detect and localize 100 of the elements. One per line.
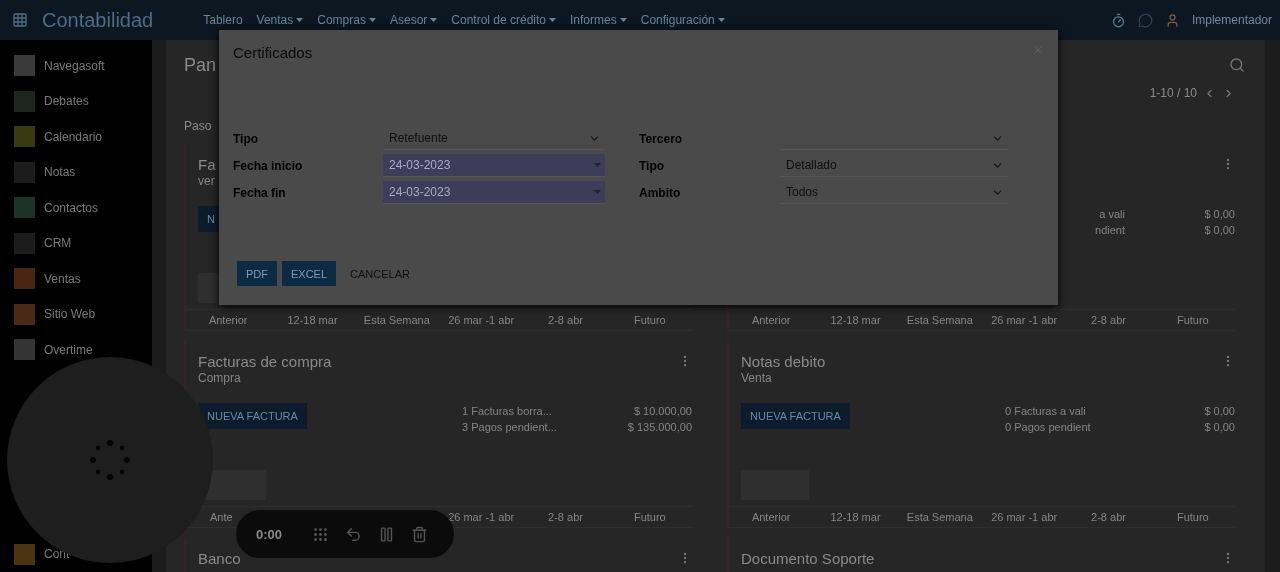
caret-icon — [549, 18, 557, 22]
select-field[interactable]: 24-03-2023 — [383, 154, 605, 177]
period-label: Esta Semana — [906, 314, 973, 326]
period-label: 2-8 abr — [548, 511, 583, 523]
caret-icon — [430, 18, 438, 22]
card-subtitle: Venta — [741, 371, 772, 387]
card-subtitle: Compra — [198, 371, 241, 387]
field-label: Ambito — [639, 185, 681, 200]
app-icon[interactable] — [14, 543, 35, 565]
period-label: 2-8 abr — [548, 314, 583, 326]
period-label: 12-18 mar — [830, 314, 881, 326]
stat-label[interactable]: 1 Facturas borra... — [462, 405, 552, 417]
menu-item[interactable]: Ventas — [256, 13, 304, 27]
grip-icon[interactable] — [312, 525, 330, 543]
period-label: Futuro — [633, 314, 666, 326]
apps-menu-icon[interactable] — [12, 12, 28, 28]
sidebar-item[interactable]: Calendario — [44, 129, 103, 144]
sidebar-item[interactable]: Notas — [44, 165, 76, 180]
scrollbar[interactable] — [1265, 40, 1280, 572]
period-label: Futuro — [1176, 314, 1209, 326]
stat-label[interactable]: 0 Facturas a vali — [1005, 405, 1086, 417]
page-title: Pan — [184, 54, 217, 76]
stat-label[interactable]: a vali — [1099, 208, 1125, 220]
search-icon[interactable] — [1229, 57, 1245, 73]
app-icon[interactable] — [14, 126, 35, 148]
new-invoice-button[interactable]: NUEVA FACTURA — [741, 403, 850, 429]
stat-amount: $ 0,00 — [1204, 208, 1235, 220]
sidebar-item[interactable]: Contactos — [44, 200, 99, 215]
loading-spinner-icon — [90, 440, 130, 480]
card-title: Documento Soporte — [741, 549, 875, 567]
app-title: Contabilidad — [42, 8, 154, 32]
period-label: 26 mar -1 abr — [448, 511, 515, 523]
card-subtitle: ver — [198, 174, 215, 190]
period-label: Anterior — [751, 314, 791, 326]
period-label: Futuro — [1176, 511, 1209, 523]
export-button[interactable]: EXCEL — [282, 261, 337, 286]
period-label: Anterior — [208, 314, 248, 326]
stat-label[interactable]: 0 Pagos pendient — [1005, 421, 1091, 433]
menu-item[interactable]: Tablero — [203, 13, 243, 27]
sidebar-item[interactable]: Navegasoft — [44, 58, 105, 73]
dialog-title: Certificados — [233, 44, 313, 61]
menu-item[interactable]: Control de crédito — [451, 13, 557, 27]
app-icon[interactable] — [14, 55, 35, 77]
field-label: Fecha inicio — [233, 158, 303, 173]
period-label: 12-18 mar — [287, 314, 338, 326]
caret-icon — [296, 18, 304, 22]
stat-amount: $ 0,00 — [1204, 405, 1235, 417]
menu-item[interactable]: Compras — [317, 13, 376, 27]
caret-icon — [594, 163, 601, 167]
export-button[interactable]: PDF — [237, 261, 277, 286]
period-label: 12-18 mar — [830, 511, 881, 523]
caret-icon — [619, 18, 627, 22]
period-label: Anterior — [751, 511, 791, 523]
card-title: Facturas de compra — [198, 352, 332, 370]
caret-icon — [368, 18, 376, 22]
stat-amount: $ 0,00 — [1204, 224, 1235, 236]
field-label: Tercero — [639, 131, 683, 146]
field-label: Tipo — [233, 131, 259, 146]
recording-time: 0:00 — [256, 526, 283, 542]
filter-text: Paso — [184, 118, 212, 135]
new-invoice-button[interactable]: NUEVA FACTURA — [198, 403, 307, 429]
caret-icon — [594, 190, 601, 194]
sidebar-item[interactable]: Overtime — [44, 342, 93, 357]
field-label: Fecha fin — [233, 185, 286, 200]
chat-icon[interactable] — [1137, 12, 1153, 28]
caret-icon — [717, 18, 725, 22]
delete-icon[interactable] — [411, 525, 429, 543]
field-label: Tipo — [639, 158, 665, 173]
user-name[interactable]: Implementador — [1191, 13, 1272, 27]
period-label: Ante — [209, 511, 233, 523]
period-label: Futuro — [633, 511, 666, 523]
period-label: 26 mar -1 abr — [991, 314, 1058, 326]
app-icon[interactable] — [14, 339, 35, 361]
pager-text: 1-10 / 10 — [1149, 86, 1197, 100]
menu-item[interactable]: Configuración — [640, 13, 725, 27]
menu-item[interactable]: Asesor — [389, 13, 438, 27]
sidebar-item[interactable]: Sitio Web — [44, 307, 96, 322]
sidebar-item[interactable]: Ventas — [44, 271, 81, 286]
stat-amount: $ 10.000,00 — [633, 405, 692, 417]
stat-amount: $ 0,00 — [1204, 421, 1235, 433]
stat-label[interactable]: ndient — [1095, 224, 1125, 236]
period-label: Esta Semana — [906, 511, 973, 523]
sidebar-item[interactable]: Debates — [44, 94, 89, 109]
period-label: 2-8 abr — [1091, 314, 1126, 326]
card-title: Banco — [198, 549, 241, 567]
menu-item[interactable]: Informes — [570, 13, 627, 27]
app-icon[interactable] — [14, 197, 35, 219]
app-icon[interactable] — [14, 268, 35, 290]
select-field[interactable]: 24-03-2023 — [383, 181, 605, 204]
period-label: 2-8 abr — [1091, 511, 1126, 523]
undo-icon[interactable] — [345, 525, 363, 543]
stat-label[interactable]: 3 Pagos pendient... — [462, 421, 557, 433]
period-label: 26 mar -1 abr — [991, 511, 1058, 523]
timer-icon[interactable] — [1110, 12, 1126, 28]
period-label: Esta Semana — [363, 314, 430, 326]
card-title: Notas debito — [741, 352, 826, 370]
app-icon[interactable] — [14, 303, 35, 325]
sidebar-item[interactable]: CRM — [44, 236, 72, 251]
stat-amount: $ 135.000,00 — [627, 421, 692, 433]
avatar-icon[interactable] — [1164, 12, 1180, 28]
